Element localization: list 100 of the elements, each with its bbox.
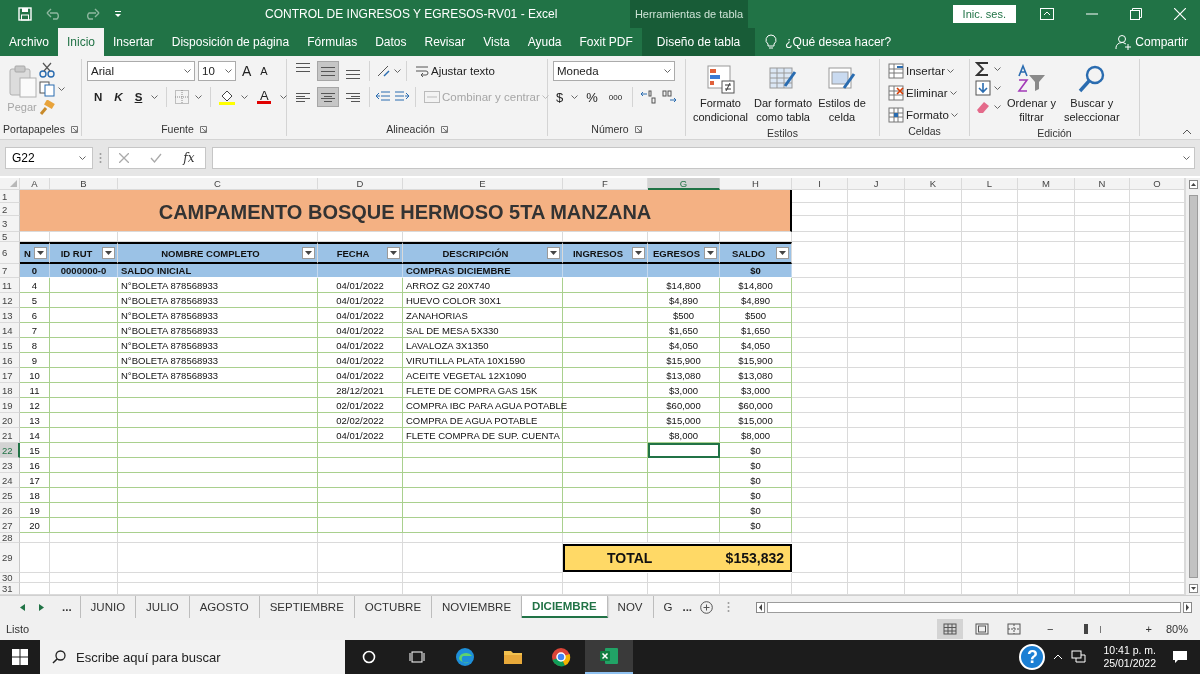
filter-button[interactable] xyxy=(302,247,315,259)
column-header[interactable]: G xyxy=(648,178,720,190)
empty-cell[interactable] xyxy=(1075,293,1130,308)
empty-cell[interactable] xyxy=(792,383,848,398)
help-button[interactable]: ? xyxy=(1019,644,1046,670)
italic-button[interactable]: K xyxy=(111,89,126,105)
empty-cell[interactable] xyxy=(563,338,648,353)
column-header[interactable]: M xyxy=(1018,178,1075,190)
table-cell[interactable]: $0 xyxy=(720,518,792,533)
column-header[interactable]: L xyxy=(962,178,1018,190)
empty-cell[interactable] xyxy=(962,458,1018,473)
empty-cell[interactable] xyxy=(962,503,1018,518)
empty-cell[interactable] xyxy=(403,458,563,473)
wrap-text-button[interactable]: Ajustar texto xyxy=(412,62,498,80)
align-middle-button[interactable] xyxy=(317,61,339,81)
table-cell[interactable]: $15,900 xyxy=(720,353,792,368)
filter-button[interactable] xyxy=(704,247,717,259)
empty-cell[interactable] xyxy=(118,543,318,573)
empty-cell[interactable] xyxy=(848,278,905,293)
increase-decimal-icon[interactable] xyxy=(640,90,657,104)
empty-cell[interactable] xyxy=(1018,293,1075,308)
scroll-thumb[interactable] xyxy=(1188,195,1198,578)
table-cell[interactable]: $4,890 xyxy=(648,293,720,308)
font-size-field[interactable]: 10 xyxy=(198,61,236,81)
table-cell[interactable]: N°BOLETA 878568933 xyxy=(118,368,318,383)
empty-cell[interactable] xyxy=(563,533,648,543)
empty-cell[interactable] xyxy=(1018,573,1075,583)
empty-cell[interactable] xyxy=(792,573,848,583)
selected-cell[interactable] xyxy=(648,443,720,458)
empty-cell[interactable] xyxy=(50,573,118,583)
empty-cell[interactable] xyxy=(962,264,1018,278)
empty-cell[interactable] xyxy=(648,518,720,533)
empty-cell[interactable] xyxy=(1075,533,1130,543)
task-view-icon[interactable] xyxy=(409,650,425,664)
zoom-in-button[interactable]: + xyxy=(1145,623,1152,635)
scroll-right-icon[interactable] xyxy=(39,603,44,611)
empty-cell[interactable] xyxy=(1018,428,1075,443)
empty-cell[interactable] xyxy=(50,428,118,443)
bold-button[interactable]: N xyxy=(91,89,106,105)
empty-cell[interactable] xyxy=(848,353,905,368)
table-cell[interactable]: $0 xyxy=(720,503,792,518)
ribbon-tab[interactable]: Archivo xyxy=(0,28,58,56)
empty-cell[interactable] xyxy=(563,518,648,533)
table-cell[interactable]: $13,080 xyxy=(720,368,792,383)
normal-view-button[interactable] xyxy=(937,619,964,639)
empty-cell[interactable] xyxy=(648,458,720,473)
table-cell[interactable]: 28/12/2021 xyxy=(318,383,403,398)
orientation-icon[interactable] xyxy=(375,63,391,79)
empty-cell[interactable] xyxy=(118,383,318,398)
ribbon-tab[interactable]: Foxit PDF xyxy=(570,28,642,56)
empty-cell[interactable] xyxy=(118,413,318,428)
row-number[interactable]: 11 xyxy=(0,278,20,293)
ribbon-tab[interactable]: Vista xyxy=(474,28,519,56)
empty-cell[interactable] xyxy=(118,398,318,413)
table-cell[interactable]: 20 xyxy=(20,518,50,533)
empty-cell[interactable] xyxy=(792,443,848,458)
row-number[interactable]: 27 xyxy=(0,518,20,533)
table-cell[interactable]: COMPRA DE AGUA POTABLE xyxy=(403,413,563,428)
row-number[interactable]: 29 xyxy=(0,543,20,573)
zoom-out-button[interactable]: − xyxy=(1047,623,1054,635)
empty-cell[interactable] xyxy=(1075,278,1130,293)
empty-cell[interactable] xyxy=(905,242,962,264)
slider-thumb[interactable] xyxy=(1083,624,1088,634)
table-cell[interactable]: 4 xyxy=(20,278,50,293)
table-cell[interactable]: $4,050 xyxy=(720,338,792,353)
empty-cell[interactable] xyxy=(318,503,403,518)
filter-button[interactable] xyxy=(387,247,400,259)
table-cell[interactable]: 16 xyxy=(20,458,50,473)
table-cell[interactable]: $8,000 xyxy=(720,428,792,443)
empty-cell[interactable] xyxy=(962,338,1018,353)
table-cell[interactable]: $3,000 xyxy=(720,383,792,398)
underline-button[interactable]: S xyxy=(131,89,146,105)
empty-cell[interactable] xyxy=(50,278,118,293)
empty-cell[interactable] xyxy=(318,543,403,573)
empty-cell[interactable] xyxy=(848,264,905,278)
styles-button[interactable]: Formato condicional xyxy=(691,61,751,127)
empty-cell[interactable] xyxy=(792,398,848,413)
empty-cell[interactable] xyxy=(792,533,848,543)
empty-cell[interactable] xyxy=(962,383,1018,398)
empty-cell[interactable] xyxy=(848,323,905,338)
table-cell[interactable]: 6 xyxy=(20,308,50,323)
ribbon-tab[interactable]: Revisar xyxy=(415,28,475,56)
empty-cell[interactable] xyxy=(50,323,118,338)
empty-cell[interactable] xyxy=(905,308,962,323)
table-cell[interactable]: ARROZ G2 20X740 xyxy=(403,278,563,293)
table-cell[interactable]: FLETE COMPRA DE SUP. CUENTA xyxy=(403,428,563,443)
empty-cell[interactable] xyxy=(792,353,848,368)
table-cell[interactable]: $1,650 xyxy=(648,323,720,338)
empty-cell[interactable] xyxy=(848,368,905,383)
empty-cell[interactable] xyxy=(563,293,648,308)
empty-cell[interactable] xyxy=(905,323,962,338)
scroll-left-icon[interactable] xyxy=(756,601,766,613)
table-cell[interactable]: $4,050 xyxy=(648,338,720,353)
ribbon-tab[interactable]: Disposición de página xyxy=(162,28,299,56)
browser-icon[interactable] xyxy=(455,647,475,667)
empty-cell[interactable] xyxy=(1075,503,1130,518)
empty-cell[interactable] xyxy=(318,518,403,533)
table-cell[interactable]: $0 xyxy=(720,264,792,278)
empty-cell[interactable] xyxy=(905,518,962,533)
styles-button[interactable]: Dar formato como tabla xyxy=(752,61,815,127)
